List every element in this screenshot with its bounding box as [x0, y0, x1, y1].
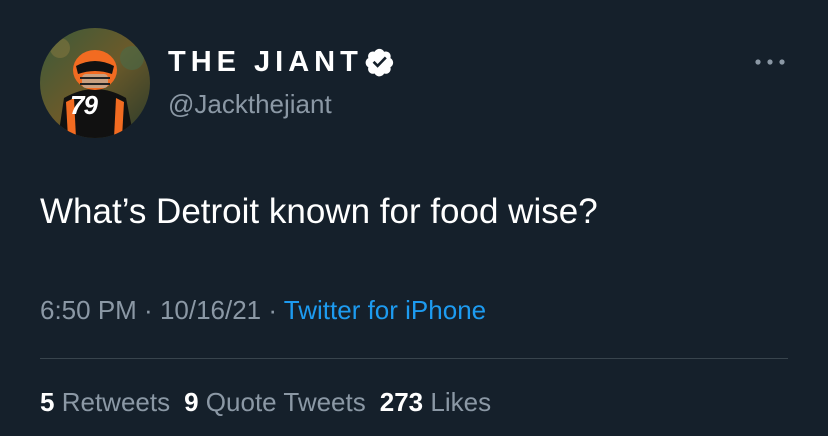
- tweet-meta: 6:50 PM · 10/16/21 · Twitter for iPhone: [40, 294, 486, 326]
- author-handle[interactable]: @Jackthejiant: [168, 88, 332, 120]
- meta-separator: ·: [136, 295, 160, 325]
- retweets-stat[interactable]: 5 Retweets: [40, 387, 170, 417]
- likes-label: Likes: [430, 387, 492, 417]
- display-name-text: THE JIANT: [168, 46, 363, 78]
- verified-badge-icon: [365, 48, 393, 77]
- tweet-source-link[interactable]: Twitter for iPhone: [284, 295, 486, 325]
- likes-stat[interactable]: 273 Likes: [380, 387, 491, 417]
- meta-separator: ·: [261, 295, 284, 325]
- tweet-date[interactable]: 10/16/21: [160, 295, 261, 325]
- retweets-count: 5: [40, 387, 55, 417]
- quote-tweets-count: 9: [184, 387, 199, 417]
- tweet-text: What’s Detroit known for food wise?: [40, 192, 598, 231]
- divider: [40, 358, 788, 359]
- tweet-time[interactable]: 6:50 PM: [40, 295, 137, 325]
- author-avatar[interactable]: 79: [40, 28, 150, 138]
- retweets-label: Retweets: [61, 387, 171, 417]
- author-display-name[interactable]: THE JIANT: [168, 44, 395, 80]
- avatar-image: [40, 28, 150, 138]
- avatar-jersey-number: 79: [70, 90, 98, 120]
- likes-count: 273: [379, 387, 424, 417]
- quote-tweets-stat[interactable]: 9 Quote Tweets: [184, 387, 366, 417]
- more-options-icon[interactable]: [752, 52, 788, 72]
- tweet-stats: 5 Retweets 9 Quote Tweets 273 Likes: [40, 386, 491, 418]
- quote-tweets-label: Quote Tweets: [205, 387, 366, 417]
